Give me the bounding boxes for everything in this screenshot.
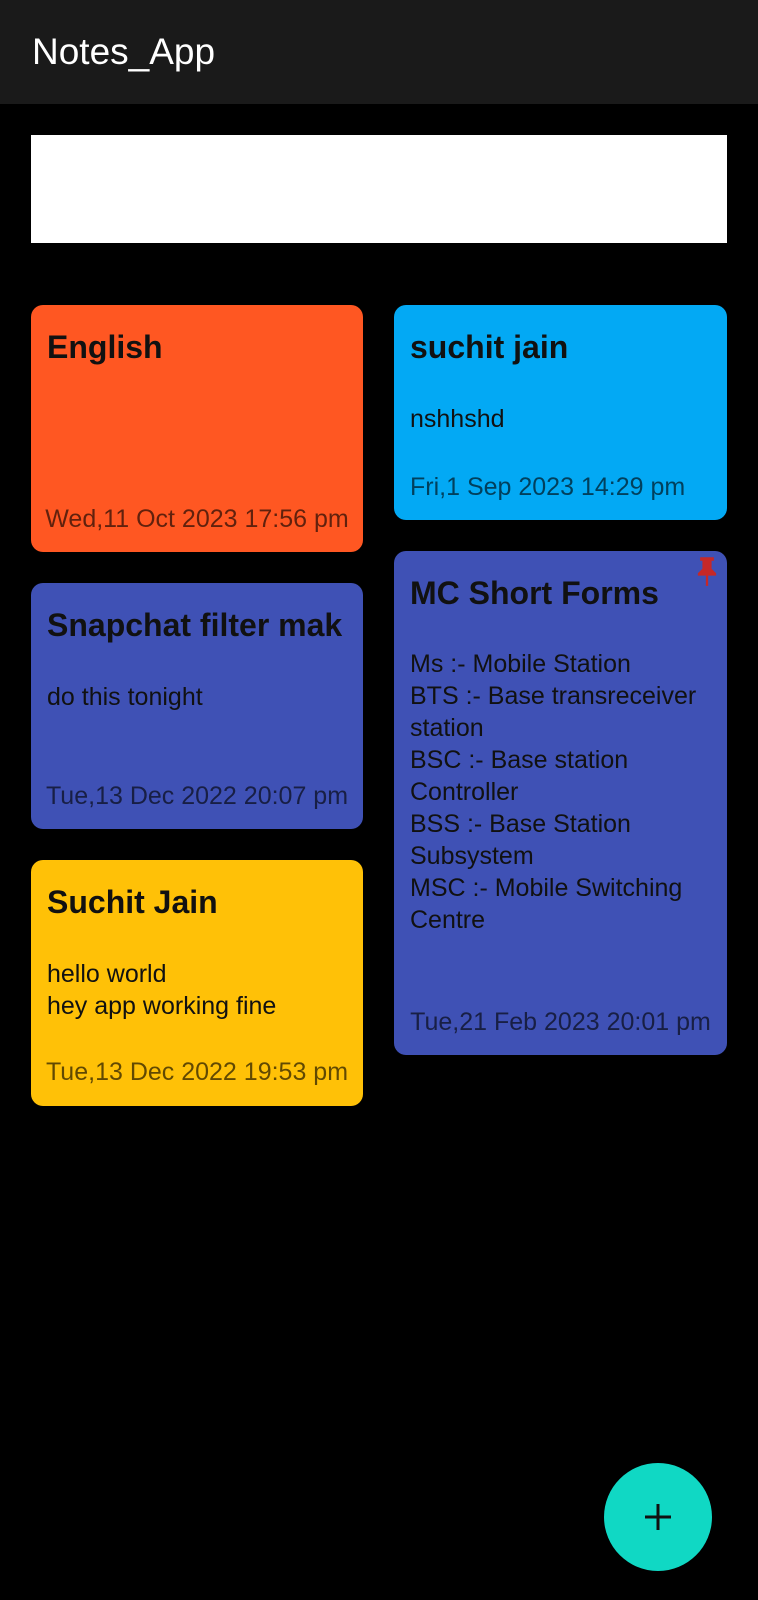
- note-date: Tue,13 Dec 2022 19:53 pm: [45, 1058, 349, 1086]
- note-body: nshhshd: [410, 405, 505, 433]
- add-note-button[interactable]: [604, 1463, 712, 1571]
- note-date: Tue,13 Dec 2022 20:07 pm: [45, 782, 349, 810]
- note-card-suchit-jain[interactable]: suchit jain nshhshd Fri,1 Sep 2023 14:29…: [394, 305, 727, 520]
- app-bar: Notes_App: [0, 0, 758, 104]
- note-card-english[interactable]: English Wed,11 Oct 2023 17:56 pm: [31, 305, 363, 552]
- note-title: English: [47, 329, 163, 365]
- note-title: MC Short Forms: [410, 575, 659, 611]
- search-input[interactable]: [31, 135, 727, 243]
- note-title: Suchit Jain: [47, 884, 218, 920]
- plus-icon: [645, 1504, 671, 1530]
- note-date: Fri,1 Sep 2023 14:29 pm: [410, 473, 686, 501]
- note-date: Tue,21 Feb 2023 20:01 pm: [410, 1008, 711, 1036]
- note-body: Ms :- Mobile Station BTS :- Base transre…: [410, 650, 697, 934]
- note-title: Snapchat filter mak: [47, 607, 343, 643]
- note-body: do this tonight: [47, 683, 203, 711]
- note-card-suchit-jain-2[interactable]: Suchit Jain hello world hey app working …: [31, 860, 363, 1106]
- note-body: hello world hey app working fine: [47, 960, 277, 1020]
- note-title: suchit jain: [410, 329, 569, 365]
- note-card-mc-short-forms[interactable]: MC Short Forms Ms :- Mobile Station BTS …: [394, 551, 727, 1055]
- app-title: Notes_App: [32, 31, 216, 72]
- note-card-snapchat-filter[interactable]: Snapchat filter mak do this tonight Tue,…: [31, 583, 363, 829]
- pin-icon[interactable]: [693, 555, 721, 587]
- note-date: Wed,11 Oct 2023 17:56 pm: [45, 505, 349, 533]
